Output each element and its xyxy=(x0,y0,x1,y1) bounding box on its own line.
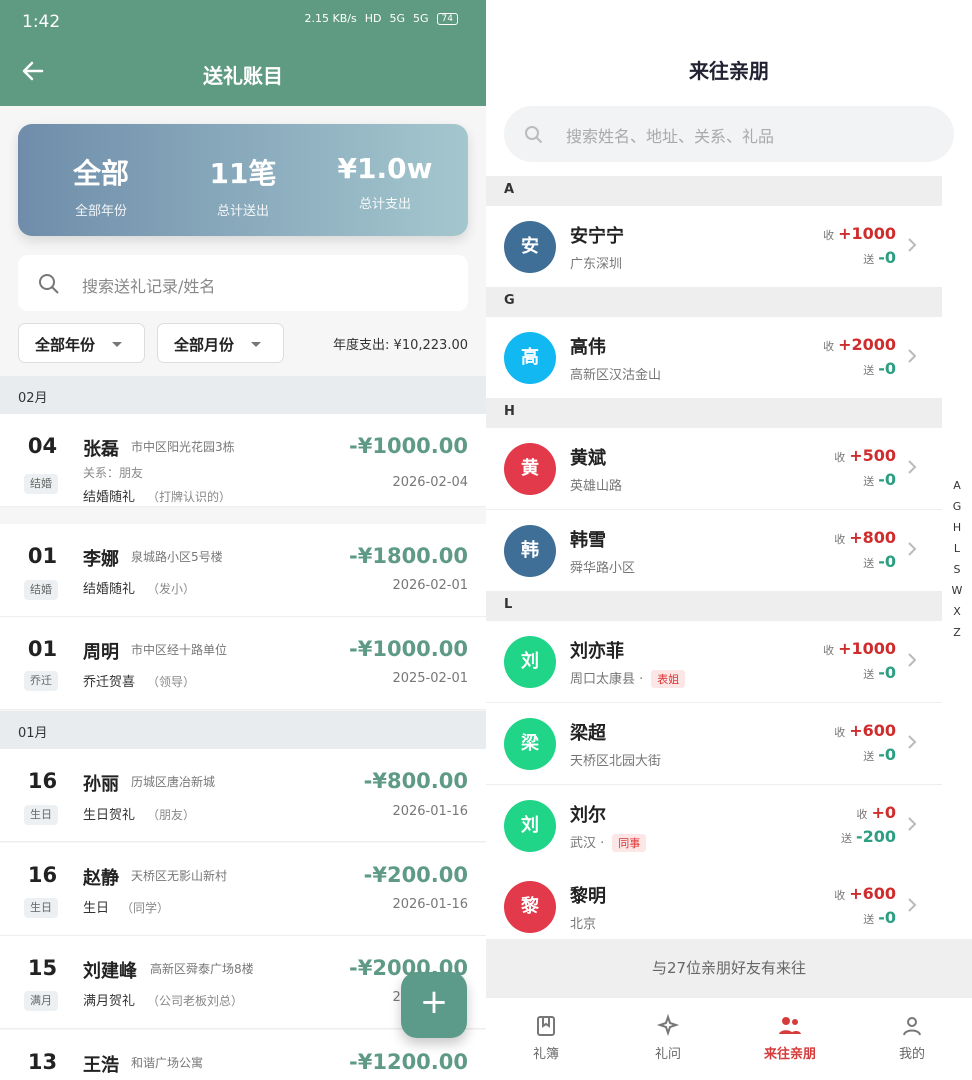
section-header: L xyxy=(486,591,942,621)
gift-record-row[interactable]: 16 生日 孙丽 历城区唐冶新城 生日贺礼 （朋友） -¥800.00 2026-01-… xyxy=(0,749,486,842)
search-icon xyxy=(39,274,59,294)
search-placeholder: 搜索送礼记录/姓名 xyxy=(82,277,216,296)
month-header: 02月 xyxy=(0,376,486,414)
search-placeholder: 搜索姓名、地址、关系、礼品 xyxy=(566,127,775,146)
avatar: 梁 xyxy=(504,718,556,770)
contact-row[interactable]: 梁 梁超 天桥区北园大街 收 +600 送 -0 xyxy=(486,703,942,785)
chevron-right-icon xyxy=(908,898,917,912)
contact-row[interactable]: 韩 韩雪 舜华路小区 收 +800 送 -0 xyxy=(486,510,942,592)
summary-count: 11笔 总计送出 xyxy=(209,157,277,219)
contact-row[interactable]: 刘 刘尔 武汉 · 同事 收 +0 送 -200 xyxy=(486,785,942,867)
annual-spend: 年度支出: ¥10,223.00 xyxy=(333,338,468,353)
tab-profile[interactable]: 我的 xyxy=(862,1014,962,1062)
month-filter-dropdown[interactable]: 全部月份 xyxy=(157,323,284,363)
page-title: 送礼账目 xyxy=(203,64,283,88)
status-time: 1:42 xyxy=(22,12,61,32)
alphabet-index[interactable]: AGHL SWXZ xyxy=(951,475,963,643)
summary-card: 全部 全部年份 11笔 总计送出 ¥1.0w 总计支出 xyxy=(18,124,468,236)
sparkle-icon xyxy=(656,1014,680,1037)
section-header: G xyxy=(486,287,942,317)
tab-gift-question[interactable]: 礼问 xyxy=(618,1014,718,1062)
chevron-right-icon xyxy=(908,238,917,252)
avatar: 安 xyxy=(504,221,556,273)
add-record-button[interactable]: + xyxy=(401,972,467,1038)
avatar: 黄 xyxy=(504,443,556,495)
top-bar: 1:42 2.15 KB/s HD 5G 5G 74 送礼账目 xyxy=(0,0,486,106)
contact-row[interactable]: 安 安宁宁 广东深圳 收 +1000 送 -0 xyxy=(486,206,942,288)
contact-row[interactable]: 黄 黄斌 英雄山路 收 +500 送 -0 xyxy=(486,428,942,510)
chevron-down-icon xyxy=(251,342,261,347)
avatar: 刘 xyxy=(504,636,556,688)
contacts-title: 来往亲朋 xyxy=(689,59,769,83)
gift-record-row[interactable]: 04 结婚 张磊 市中区阳光花园3栋 关系：朋友 结婚随礼 （打牌认识的） -¥100… xyxy=(0,414,486,507)
signal-icon: 5G xyxy=(389,12,406,25)
contact-search-input[interactable]: 搜索姓名、地址、关系、礼品 xyxy=(504,106,954,162)
summary-year: 全部 全部年份 xyxy=(72,157,129,219)
chevron-right-icon xyxy=(908,460,917,474)
tab-contacts[interactable]: 来往亲朋 xyxy=(740,1014,840,1062)
gift-records-screen: 1:42 2.15 KB/s HD 5G 5G 74 送礼账目 全部 全部年份 1… xyxy=(0,0,486,1080)
contact-row[interactable]: 刘 刘亦菲 周口太康县 · 表姐 收 +1000 送 -0 xyxy=(486,621,942,703)
contact-row[interactable]: 高 高伟 高新区汉沽金山 收 +2000 送 -0 xyxy=(486,317,942,399)
contacts-screen: 来往亲朋 搜索姓名、地址、关系、礼品 A 安 安宁宁 广东深圳 收 +1000 送-… xyxy=(486,0,972,1080)
month-header: 01月 xyxy=(0,711,486,749)
contact-count: 与27位亲朋好友有来往 xyxy=(486,939,972,997)
gift-record-row[interactable]: 01 乔迁 周明 市中区经十路单位 乔迁贺喜 （领导） -¥1000.00 2025-0… xyxy=(0,617,486,710)
section-header: H xyxy=(486,398,942,428)
book-icon xyxy=(537,1016,555,1036)
avatar: 刘 xyxy=(504,800,556,852)
avatar: 黎 xyxy=(504,881,556,933)
avatar: 高 xyxy=(504,332,556,384)
battery-icon: 74 xyxy=(436,12,458,25)
chevron-right-icon xyxy=(908,817,917,831)
network-speed: 2.15 KB/s xyxy=(304,12,357,25)
gift-record-row[interactable]: 01 结婚 李娜 泉城路小区5号楼 结婚随礼 （发小） -¥1800.00 2026-0… xyxy=(0,524,486,617)
search-icon xyxy=(525,126,543,144)
chevron-right-icon xyxy=(908,349,917,363)
bottom-navigation: 礼簿 礼问 来往亲朋 我的 xyxy=(486,997,972,1080)
tab-gift-book[interactable]: 礼簿 xyxy=(496,1014,596,1062)
contact-row[interactable]: 黎 黎明 北京 收 +600 送 -0 xyxy=(486,866,942,948)
section-header: A xyxy=(486,176,942,206)
status-indicators: 2.15 KB/s HD 5G 5G 74 xyxy=(305,12,458,25)
chevron-right-icon xyxy=(908,542,917,556)
chevron-right-icon xyxy=(908,735,917,749)
chevron-right-icon xyxy=(908,653,917,667)
hd-icon: HD xyxy=(364,12,382,25)
user-icon xyxy=(903,1017,921,1036)
people-icon xyxy=(779,1017,801,1034)
record-search-input[interactable]: 搜索送礼记录/姓名 xyxy=(18,255,468,311)
avatar: 韩 xyxy=(504,525,556,577)
summary-spend: ¥1.0w 总计支出 xyxy=(337,152,433,212)
year-filter-dropdown[interactable]: 全部年份 xyxy=(18,323,145,363)
chevron-down-icon xyxy=(112,342,122,347)
signal-icon: 5G xyxy=(413,12,429,25)
gift-record-row[interactable]: 16 生日 赵静 天桥区无影山新村 生日 （同学） -¥200.00 2026-01-1… xyxy=(0,843,486,936)
